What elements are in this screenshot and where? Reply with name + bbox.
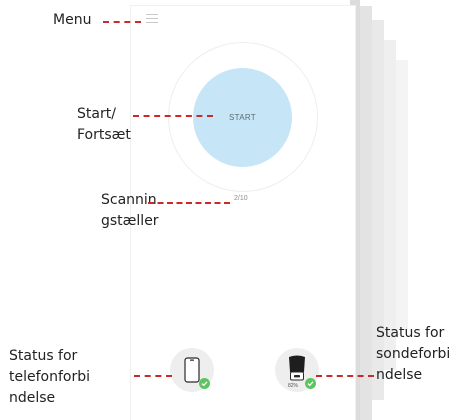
annotation-line-phone-status — [134, 375, 172, 377]
annotation-line-menu — [103, 21, 141, 23]
annotation-scan-counter: Scannin gstæller — [101, 192, 159, 229]
annotation-probe-status: Status for sondeforbi ndelse — [376, 325, 451, 383]
annotation-phone-status: Status for telefonforbi ndelse — [9, 348, 90, 406]
start-button-label: START — [229, 113, 256, 122]
phone-connection-status[interactable] — [170, 348, 214, 392]
checkmark-icon — [305, 378, 316, 389]
scan-counter: 2/10 — [234, 195, 248, 202]
screen: START 2/10 82% Menu Start/ Fortsæt Scann… — [0, 0, 465, 420]
annotation-line-start — [133, 115, 213, 117]
annotation-start: Start/ Fortsæt — [77, 106, 131, 143]
annotation-line-scan-counter — [148, 202, 230, 204]
annotation-menu: Menu — [53, 12, 92, 28]
hamburger-icon[interactable] — [146, 14, 158, 23]
checkmark-icon — [199, 378, 210, 389]
probe-battery-level: 82% — [288, 383, 299, 389]
start-button[interactable]: START — [193, 68, 292, 167]
annotation-line-probe-status — [316, 375, 374, 377]
